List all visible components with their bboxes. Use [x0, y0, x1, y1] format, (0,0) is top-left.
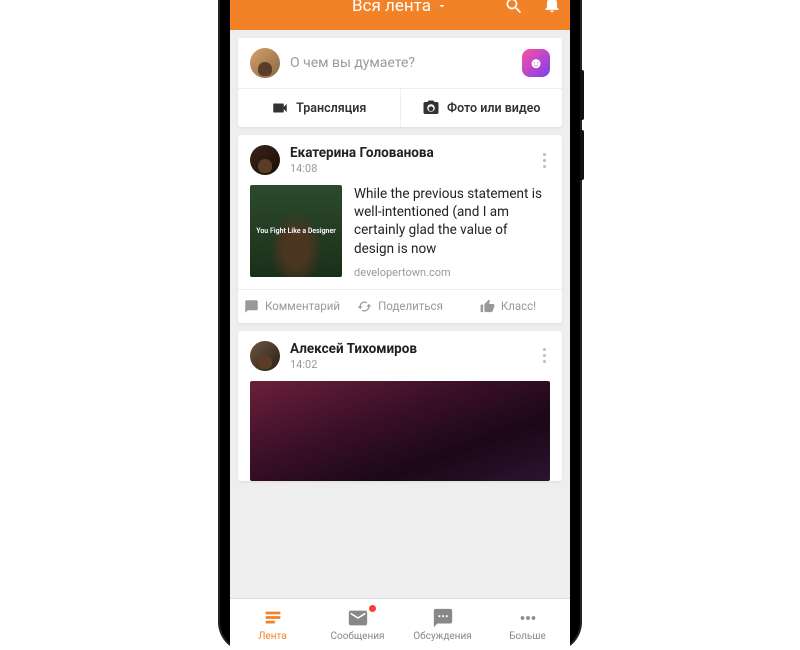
composer-placeholder: О чем вы думаете?	[290, 55, 512, 71]
mood-button[interactable]: ☻	[522, 49, 550, 77]
author-avatar[interactable]	[250, 341, 280, 371]
post-time: 14:02	[290, 358, 417, 371]
post-image[interactable]	[250, 381, 550, 481]
thumbs-up-icon	[480, 299, 495, 314]
mail-icon	[347, 607, 369, 629]
chevron-down-icon	[436, 0, 448, 12]
phone-frame: 12:09 Вся лента О чем вы думаете? ☻	[220, 0, 580, 650]
messages-dot	[369, 605, 376, 612]
nav-messages[interactable]: Сообщения	[315, 599, 400, 650]
search-icon[interactable]	[504, 0, 524, 16]
app-bar: Вся лента	[230, 0, 570, 30]
composer-input-row[interactable]: О чем вы думаете? ☻	[238, 38, 562, 88]
post-card: Екатерина Голованова 14:08 You Fight Lik…	[238, 135, 562, 323]
like-button[interactable]: Класс!	[454, 290, 562, 323]
bottom-nav: Лента Сообщения Обсуждения Больше	[230, 598, 570, 650]
broadcast-button[interactable]: Трансляция	[238, 89, 400, 127]
share-icon	[357, 299, 372, 314]
author-name[interactable]: Алексей Тихомиров	[290, 341, 417, 357]
link-source: developertown.com	[354, 266, 550, 279]
link-thumbnail[interactable]: You Fight Like a Designer	[250, 185, 342, 277]
composer-card: О чем вы думаете? ☻ Трансляция Фото или …	[238, 38, 562, 127]
more-icon	[517, 607, 539, 629]
comment-icon	[244, 299, 259, 314]
video-icon	[271, 99, 289, 117]
feed-selector[interactable]: Вся лента	[352, 0, 448, 16]
camera-icon	[422, 99, 440, 117]
screen: 12:09 Вся лента О чем вы думаете? ☻	[230, 0, 570, 650]
volume-down-button[interactable]	[580, 130, 584, 180]
nav-feed[interactable]: Лента	[230, 599, 315, 650]
feed-icon	[262, 607, 284, 629]
share-button[interactable]: Поделиться	[346, 290, 454, 323]
post-menu-button[interactable]	[539, 149, 550, 172]
author-name[interactable]: Екатерина Голованова	[290, 145, 434, 161]
nav-discussions[interactable]: Обсуждения	[400, 599, 485, 650]
notifications-button[interactable]	[542, 0, 562, 18]
my-avatar[interactable]	[250, 48, 280, 78]
nav-more[interactable]: Больше	[485, 599, 570, 650]
chat-icon	[432, 607, 454, 629]
bell-icon	[542, 0, 562, 14]
post-card: Алексей Тихомиров 14:02	[238, 331, 562, 481]
volume-up-button[interactable]	[580, 70, 584, 120]
post-menu-button[interactable]	[539, 344, 550, 367]
author-avatar[interactable]	[250, 145, 280, 175]
post-time: 14:08	[290, 162, 434, 175]
feed-scroll[interactable]: О чем вы думаете? ☻ Трансляция Фото или …	[230, 30, 570, 598]
comment-button[interactable]: Комментарий	[238, 290, 346, 323]
post-text: While the previous statement is well-int…	[354, 185, 550, 258]
app-bar-title: Вся лента	[352, 0, 431, 16]
photo-button[interactable]: Фото или видео	[400, 89, 563, 127]
